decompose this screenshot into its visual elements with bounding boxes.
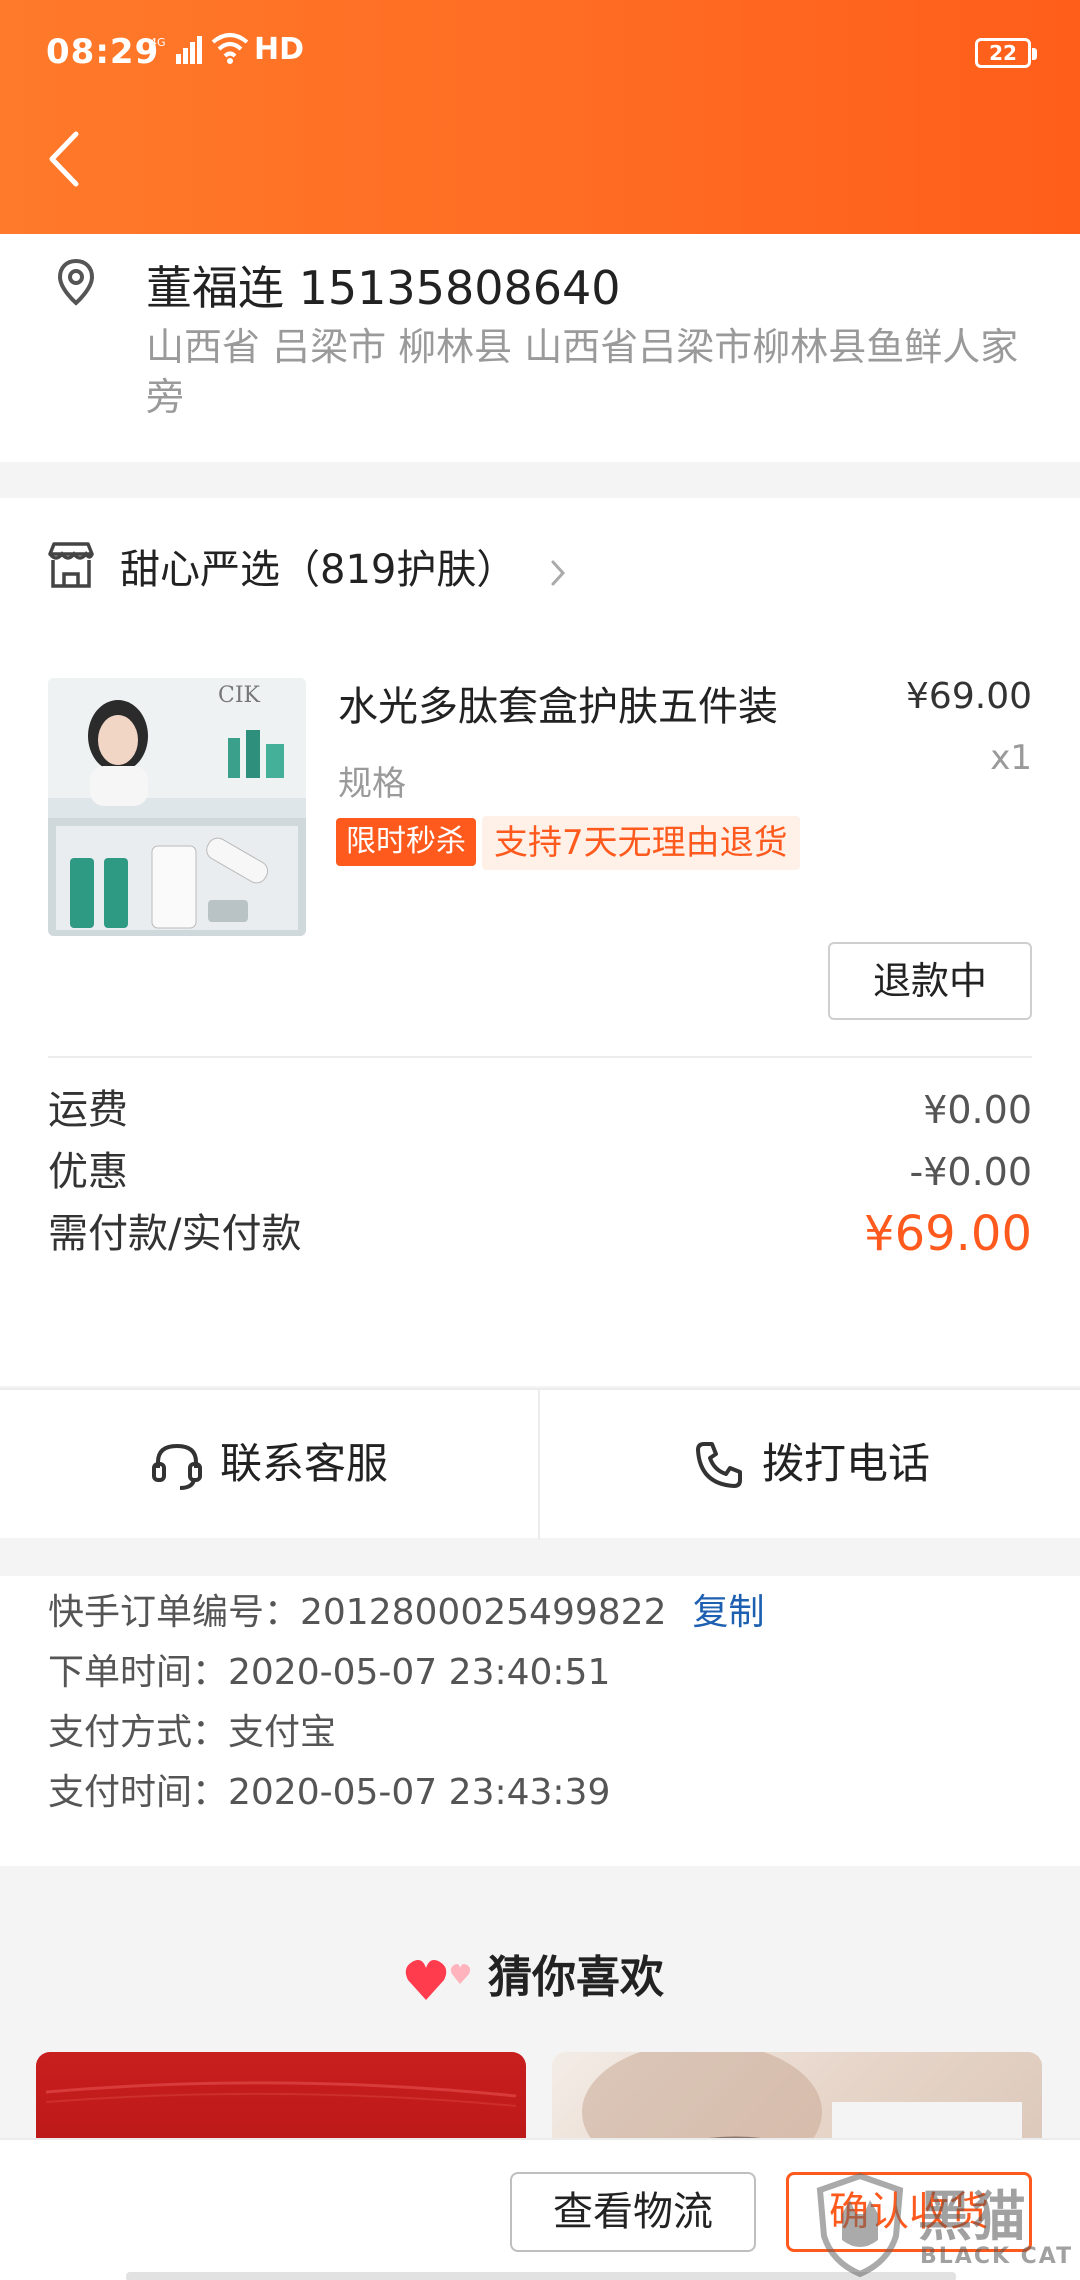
shop-row[interactable]: 甜心严选（819护肤）	[46, 540, 1046, 600]
order-card: 甜心严选（819护肤） CIK 水光多肽套盒护肤五件装 ¥69.00 x1 规格…	[0, 498, 1080, 1386]
total-value: ¥69.00	[864, 1206, 1032, 1262]
cat-shield-icon	[810, 2170, 910, 2280]
shipping-value: ¥0.00	[923, 1088, 1032, 1132]
contact-actions: 联系客服 拨打电话	[0, 1388, 1080, 1540]
divider	[48, 1056, 1032, 1058]
shipping-label: 运费	[48, 1087, 128, 1133]
recommend-title: 猜你喜欢	[488, 1952, 664, 2003]
chevron-right-icon	[548, 558, 568, 588]
header-bar: 08:29 4G HD 22	[0, 0, 1080, 234]
shop-icon	[46, 540, 96, 592]
watermark-text-cn: 黑猫	[918, 2185, 1026, 2248]
total-row: 需付款/实付款 ¥69.00	[48, 1204, 1032, 1264]
total-label: 需付款/实付款	[48, 1211, 302, 1257]
refund-status-button[interactable]: 退款中	[828, 942, 1032, 1020]
return-policy-tag: 支持7天无理由退货	[482, 816, 800, 870]
view-logistics-button[interactable]: 查看物流	[510, 2172, 756, 2252]
product-price: ¥69.00	[906, 676, 1032, 717]
location-pin-icon	[56, 258, 96, 306]
product-quantity: x1	[990, 738, 1032, 778]
product-title[interactable]: 水光多肽套盒护肤五件装	[338, 674, 778, 732]
hd-label: HD	[254, 32, 305, 67]
payment-method: 支付方式：支付宝	[48, 1712, 337, 1753]
order-time: 下单时间：2020-05-07 23:40:51	[48, 1652, 611, 1693]
status-time: 08:29	[46, 32, 160, 72]
product-image[interactable]: CIK	[48, 678, 306, 936]
shipping-fee-row: 运费 ¥0.00	[48, 1080, 1032, 1140]
discount-label: 优惠	[48, 1149, 128, 1195]
headset-icon	[150, 1438, 204, 1492]
back-button[interactable]	[40, 124, 100, 194]
flash-sale-tag: 限时秒杀	[336, 818, 476, 866]
recommend-header: 猜你喜欢	[0, 1948, 1080, 2008]
phone-icon	[692, 1438, 746, 1492]
discount-row: 优惠 -¥0.00	[48, 1142, 1032, 1202]
battery-icon: 22	[975, 38, 1037, 68]
order-info-card: 快手订单编号：2012800025499822 复制 下单时间：2020-05-0…	[0, 1576, 1080, 1866]
chevron-left-icon	[49, 131, 79, 187]
product-spec: 规格	[338, 764, 406, 804]
address-detail: 山西省 吕梁市 柳林县 山西省吕梁市柳林县鱼鲜人家旁	[146, 325, 1019, 419]
product-image-brand: CIK	[218, 683, 261, 708]
contact-service-button[interactable]: 联系客服	[0, 1390, 540, 1540]
watermark-text-en: BLACK CAT	[920, 2244, 1074, 2269]
payment-time: 支付时间：2020-05-07 23:43:39	[48, 1772, 611, 1813]
wifi-icon	[210, 30, 250, 73]
shop-name: 甜心严选（819护肤）	[120, 547, 517, 593]
network-type-label: 4G	[150, 36, 166, 49]
status-bar: 08:29 4G HD 22	[0, 0, 1080, 110]
order-number: 快手订单编号：2012800025499822	[48, 1592, 667, 1633]
recipient-name-phone: 董福连 15135808640	[146, 261, 621, 315]
discount-value: -¥0.00	[909, 1150, 1033, 1194]
copy-order-number-link[interactable]: 复制	[692, 1592, 764, 1633]
address-card[interactable]: 董福连 15135808640 山西省 吕梁市 柳林县 山西省吕梁市柳林县鱼鲜人…	[0, 234, 1080, 462]
call-phone-label: 拨打电话	[762, 1439, 931, 1488]
order-number-line: 快手订单编号：2012800025499822 复制	[48, 1588, 765, 1638]
heart-icon	[404, 1954, 478, 2006]
signal-icon: 4G	[150, 34, 202, 74]
contact-service-label: 联系客服	[220, 1439, 389, 1488]
call-phone-button[interactable]: 拨打电话	[540, 1390, 1080, 1540]
watermark-logo: 黑猫 BLACK CAT	[810, 2170, 1080, 2280]
